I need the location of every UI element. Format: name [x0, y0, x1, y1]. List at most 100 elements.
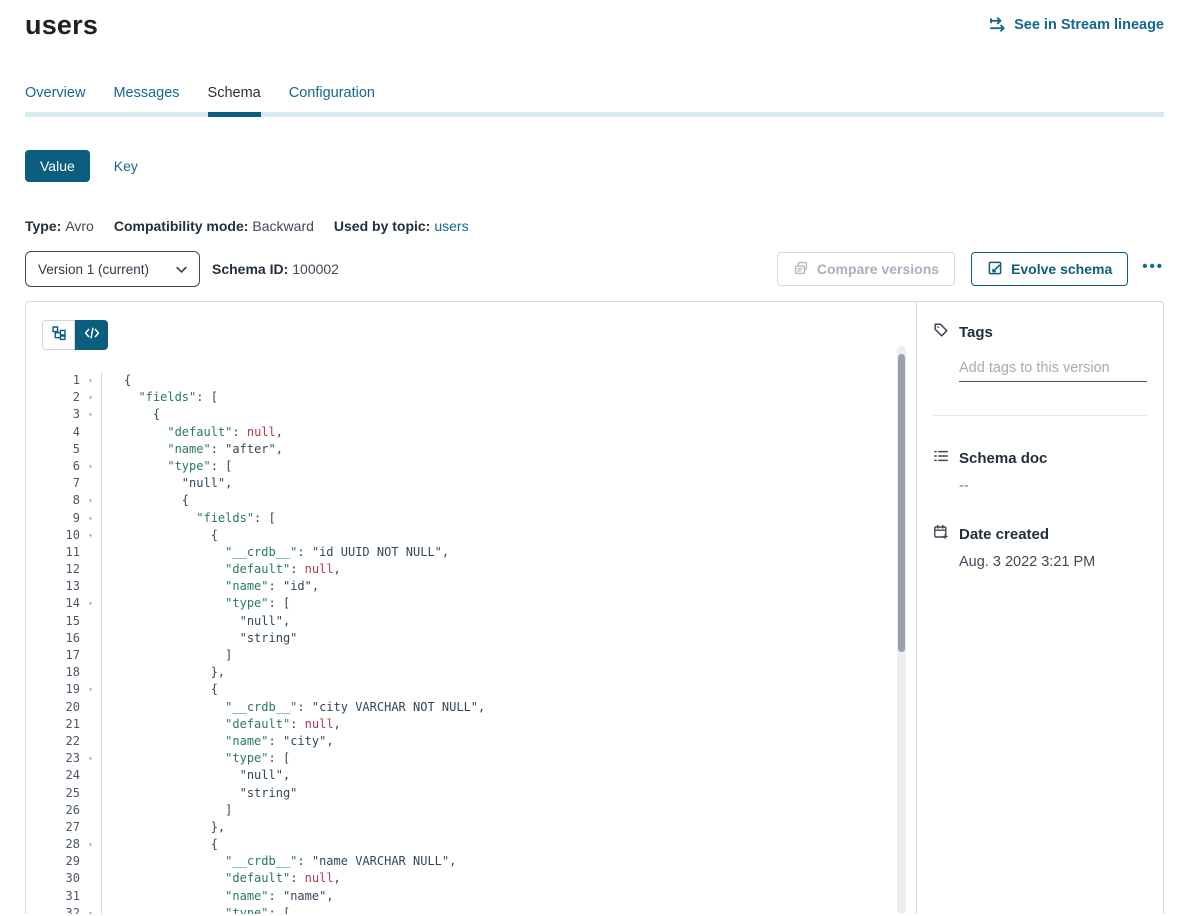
- tab-overview[interactable]: Overview: [25, 85, 85, 112]
- tab-configuration[interactable]: Configuration: [289, 85, 375, 112]
- key-toggle-link[interactable]: Key: [114, 158, 138, 174]
- code-view-button[interactable]: [75, 320, 108, 350]
- line-number: 20: [42, 699, 80, 716]
- line-number: 4: [42, 424, 80, 441]
- evolve-schema-label: Evolve schema: [1011, 261, 1112, 277]
- line-number: 1: [42, 372, 80, 389]
- fold-arrow-icon[interactable]: ▾: [80, 595, 101, 612]
- line-number: 28: [42, 836, 80, 853]
- fold-spacer: [80, 819, 101, 836]
- fold-arrow-icon[interactable]: ▾: [80, 681, 101, 698]
- tab-schema[interactable]: Schema: [208, 85, 261, 112]
- fold-spacer: [80, 441, 101, 458]
- code-line-text: "fields": [: [101, 389, 916, 406]
- code-line: 12 "default": null,: [42, 561, 916, 578]
- schema-id-label: Schema ID:: [212, 261, 288, 277]
- meta-type-label: Type:: [25, 218, 61, 234]
- code-line: 8▾ {: [42, 492, 916, 509]
- fold-arrow-icon[interactable]: ▾: [80, 905, 101, 914]
- stream-lineage-link[interactable]: See in Stream lineage: [989, 10, 1164, 33]
- code-line-text: {: [101, 406, 916, 423]
- line-number: 24: [42, 767, 80, 784]
- code-line: 15 "null",: [42, 613, 916, 630]
- line-number: 2: [42, 389, 80, 406]
- fold-spacer: [80, 853, 101, 870]
- code-line-text: ]: [101, 647, 916, 664]
- fold-spacer: [80, 699, 101, 716]
- line-number: 14: [42, 595, 80, 612]
- line-number: 13: [42, 578, 80, 595]
- fold-spacer: [80, 475, 101, 492]
- code-line: 29 "__crdb__": "name VARCHAR NULL",: [42, 853, 916, 870]
- line-number: 3: [42, 406, 80, 423]
- code-line-text: {: [101, 836, 916, 853]
- tags-input-wrap: [959, 359, 1147, 382]
- code-line-text: "name": "id",: [101, 578, 916, 595]
- fold-arrow-icon[interactable]: ▾: [80, 750, 101, 767]
- meta-type: Type:Avro: [25, 218, 94, 234]
- fold-arrow-icon[interactable]: ▾: [80, 458, 101, 475]
- code-line-text: "default": null,: [101, 716, 916, 733]
- fold-spacer: [80, 544, 101, 561]
- fold-spacer: [80, 802, 101, 819]
- line-number: 16: [42, 630, 80, 647]
- meta-compatibility: Compatibility mode:Backward: [114, 218, 314, 234]
- code-line: 27 },: [42, 819, 916, 836]
- code-line: 6▾ "type": [: [42, 458, 916, 475]
- code-line: 20 "__crdb__": "city VARCHAR NOT NULL",: [42, 699, 916, 716]
- more-options-button[interactable]: •••: [1142, 259, 1164, 280]
- tab-underline-track: [25, 112, 1164, 117]
- code-line-text: "name": "city",: [101, 733, 916, 750]
- compare-icon: [793, 260, 809, 279]
- meta-topic-link[interactable]: users: [434, 218, 468, 234]
- date-created-value: Aug. 3 2022 3:21 PM: [959, 554, 1147, 570]
- meta-compatibility-label: Compatibility mode:: [114, 218, 249, 234]
- code-line: 2▾ "fields": [: [42, 389, 916, 406]
- side-divider: [933, 415, 1147, 416]
- fold-spacer: [80, 424, 101, 441]
- code-editor[interactable]: 1▾{2▾ "fields": [3▾ {4 "default": null,5…: [42, 372, 916, 914]
- code-line-text: "name": "name",: [101, 888, 916, 905]
- date-created-section-header: Date created: [933, 524, 1147, 544]
- line-number: 22: [42, 733, 80, 750]
- line-number: 21: [42, 716, 80, 733]
- schema-meta-row: Type:Avro Compatibility mode:Backward Us…: [25, 218, 1164, 234]
- editor-scrollbar-track[interactable]: [897, 346, 906, 914]
- code-line-text: },: [101, 819, 916, 836]
- code-line: 10▾ {: [42, 527, 916, 544]
- fold-arrow-icon[interactable]: ▾: [80, 527, 101, 544]
- code-view-icon: [84, 326, 100, 345]
- fold-arrow-icon[interactable]: ▾: [80, 836, 101, 853]
- code-line-text: {: [101, 492, 916, 509]
- value-toggle-button[interactable]: Value: [25, 150, 90, 182]
- list-icon: [933, 448, 949, 468]
- tree-view-button[interactable]: [42, 320, 75, 350]
- fold-arrow-icon[interactable]: ▾: [80, 406, 101, 423]
- editor-scrollbar-thumb[interactable]: [898, 354, 905, 652]
- fold-arrow-icon[interactable]: ▾: [80, 372, 101, 389]
- fold-arrow-icon[interactable]: ▾: [80, 492, 101, 509]
- compare-versions-button[interactable]: Compare versions: [777, 252, 955, 286]
- version-action-row: Version 1 (current) Schema ID:100002 Com…: [25, 251, 1164, 287]
- stream-lineage-label: See in Stream lineage: [1014, 17, 1164, 33]
- line-number: 25: [42, 785, 80, 802]
- line-number: 7: [42, 475, 80, 492]
- line-number: 26: [42, 802, 80, 819]
- tab-messages[interactable]: Messages: [113, 85, 179, 112]
- page-header: users See in Stream lineage: [0, 0, 1189, 41]
- version-select[interactable]: Version 1 (current): [25, 251, 200, 287]
- code-line: 19▾ {: [42, 681, 916, 698]
- evolve-schema-button[interactable]: Evolve schema: [971, 252, 1128, 286]
- code-line: 16 "string": [42, 630, 916, 647]
- code-line: 3▾ {: [42, 406, 916, 423]
- calendar-icon: [933, 524, 949, 544]
- code-line: 4 "default": null,: [42, 424, 916, 441]
- line-number: 23: [42, 750, 80, 767]
- code-line: 28▾ {: [42, 836, 916, 853]
- meta-type-value: Avro: [65, 218, 94, 234]
- fold-arrow-icon[interactable]: ▾: [80, 389, 101, 406]
- line-number: 10: [42, 527, 80, 544]
- code-line: 1▾{: [42, 372, 916, 389]
- tags-input[interactable]: [959, 360, 1147, 382]
- fold-arrow-icon[interactable]: ▾: [80, 510, 101, 527]
